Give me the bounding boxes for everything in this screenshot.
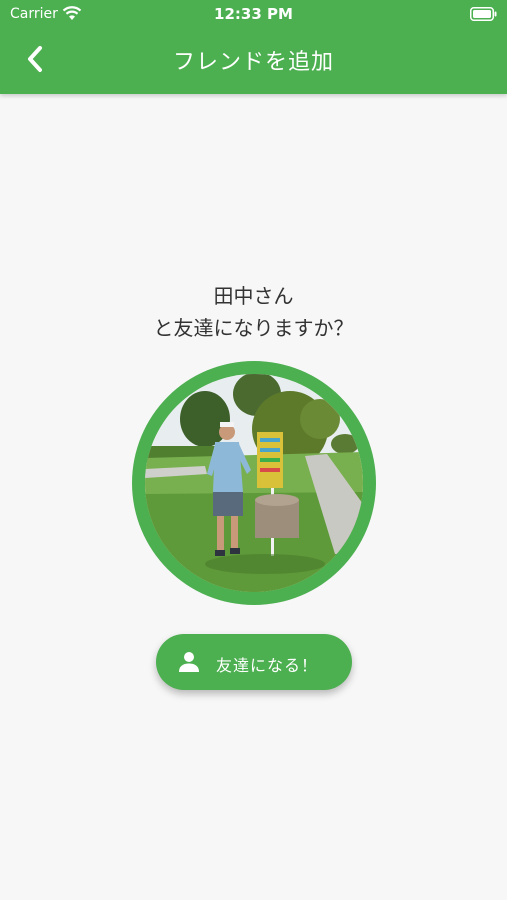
avatar-ring bbox=[132, 361, 376, 605]
avatar bbox=[145, 374, 363, 592]
app-header: Carrier 12:33 PM フレンドを追加 bbox=[0, 0, 507, 94]
profile-photo bbox=[145, 374, 363, 592]
person-icon bbox=[179, 652, 199, 672]
status-bar: Carrier 12:33 PM bbox=[0, 0, 507, 28]
status-time: 12:33 PM bbox=[214, 5, 293, 23]
page-title: フレンドを追加 bbox=[172, 50, 334, 75]
add-friend-button[interactable]: 友達になる！ bbox=[156, 634, 352, 690]
friend-question: と友達になりますか？ bbox=[153, 316, 354, 340]
add-friend-label: 友達になる！ bbox=[216, 656, 319, 675]
battery-icon bbox=[470, 7, 497, 21]
friend-name: 田中さん bbox=[213, 284, 294, 308]
friend-prompt: 田中さん と友達になりますか？ bbox=[0, 280, 507, 344]
